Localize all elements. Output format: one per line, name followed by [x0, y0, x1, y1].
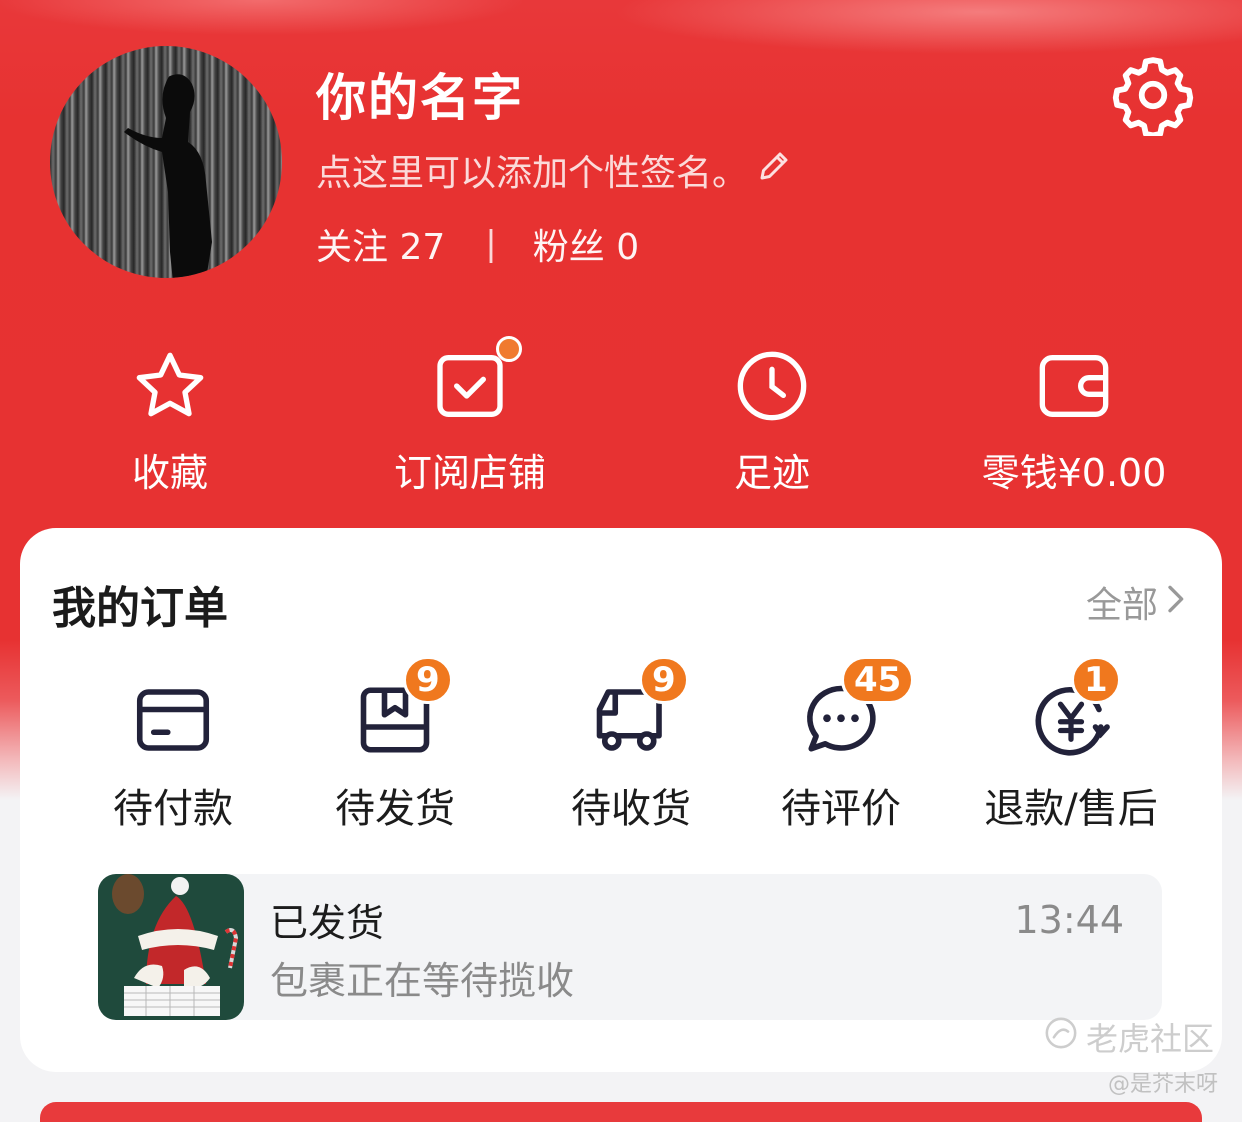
avatar[interactable] — [50, 46, 282, 278]
notification-dot — [496, 336, 522, 362]
refund-badge: 1 — [1071, 656, 1121, 704]
stats-separator: | — [485, 224, 497, 264]
following-stat[interactable]: 关注 27 — [316, 218, 445, 270]
box-icon: 9 — [353, 656, 453, 762]
all-orders-link[interactable]: 全部 — [1086, 576, 1186, 628]
shipment-time: 13:44 — [1014, 898, 1124, 942]
quick-actions: 收藏 订阅店铺 足迹 零钱¥0.00 — [0, 336, 1242, 506]
quick-subscribed-shops[interactable]: 订阅店铺 — [380, 336, 560, 497]
watermark-brand: 老虎社区 — [1044, 1014, 1214, 1060]
shipment-status: 已发货 — [270, 901, 385, 945]
latest-shipment[interactable]: 已发货 包裹正在等待揽收 13:44 — [98, 874, 1162, 1020]
gear-icon[interactable] — [1112, 54, 1194, 139]
truck-icon: 9 — [589, 656, 689, 762]
refund-icon: 1 — [1029, 656, 1121, 762]
chevron-right-icon — [1164, 582, 1186, 623]
follow-stats: 关注 27 | 粉丝 0 — [316, 218, 639, 270]
pending-shipment-badge: 9 — [403, 656, 453, 704]
order-status-row: 待付款 9 待发货 9 待收货 45 待评价 1 退款/售后 — [20, 656, 1222, 832]
order-pending-review[interactable]: 45 待评价 — [776, 656, 915, 834]
orders-title: 我的订单 — [52, 583, 228, 634]
order-pending-payment[interactable]: 待付款 — [108, 678, 238, 834]
shipment-description: 包裹正在等待揽收 — [270, 959, 575, 1003]
subscribe-shop-icon — [430, 336, 522, 426]
wallet-icon — [1034, 346, 1114, 426]
product-thumbnail — [98, 874, 244, 1020]
watermark-author: @是芥末呀 — [1108, 1072, 1219, 1097]
order-refund-aftersale[interactable]: 1 退款/售后 — [976, 656, 1166, 834]
clock-icon — [732, 346, 812, 426]
order-pending-receipt[interactable]: 9 待收货 — [566, 656, 696, 834]
signature[interactable]: 点这里可以添加个性签名。 — [316, 144, 792, 196]
card-icon — [131, 678, 215, 762]
order-pending-shipment[interactable]: 9 待发货 — [330, 656, 460, 834]
quick-favorites[interactable]: 收藏 — [100, 346, 240, 497]
tiger-logo-icon — [1044, 1016, 1078, 1058]
star-icon — [130, 346, 210, 426]
followers-stat[interactable]: 粉丝 0 — [533, 218, 639, 270]
orders-card: 我的订单 全部 待付款 9 待发货 9 待收货 45 待评价 1 退款/售后 已… — [20, 528, 1222, 1072]
quick-wallet[interactable]: 零钱¥0.00 — [974, 346, 1174, 497]
chat-bubble-icon: 45 — [799, 656, 915, 762]
signature-text: 点这里可以添加个性签名。 — [316, 153, 749, 194]
user-name[interactable]: 你的名字 — [316, 58, 524, 130]
pending-receipt-badge: 9 — [639, 656, 689, 704]
next-section-edge — [40, 1102, 1202, 1122]
pending-review-badge: 45 — [841, 656, 915, 704]
pencil-icon — [756, 148, 792, 193]
quick-history[interactable]: 足迹 — [702, 346, 842, 497]
